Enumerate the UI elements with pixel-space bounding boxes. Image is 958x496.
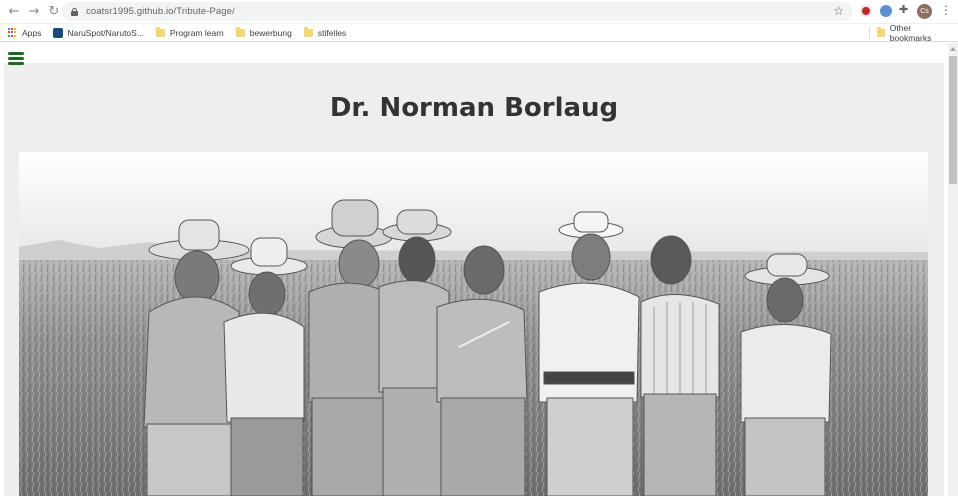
profile-avatar[interactable]: Cs: [917, 4, 932, 19]
extensions-puzzle-icon[interactable]: ✚: [899, 3, 908, 16]
bookmark-label: Apps: [22, 27, 42, 38]
web-page: Dr. Norman Borlaug: [0, 43, 948, 496]
browser-toolbar: ← → ↻ coatsr1995.github.io/Tribute-Page/…: [0, 0, 958, 24]
reload-button[interactable]: ↻: [44, 2, 64, 22]
bookmark-bewerbung[interactable]: bewerbung: [235, 26, 292, 38]
naruspot-icon: [53, 27, 64, 38]
bookmark-label: Other bookmarks: [889, 23, 932, 43]
forward-arrow-icon: →: [28, 4, 40, 19]
bookmark-label: Program learn: [169, 27, 224, 38]
scroll-thumb[interactable]: [949, 56, 957, 184]
lock-icon: [71, 7, 78, 16]
bookmark-other[interactable]: Other bookmarks: [877, 23, 946, 43]
folder-icon: [303, 26, 313, 37]
apps-grid-icon: [8, 28, 17, 37]
main-section: Dr. Norman Borlaug: [4, 63, 944, 496]
tribute-image: [19, 152, 928, 496]
back-button[interactable]: ←: [4, 2, 24, 22]
bookmark-naruspot[interactable]: NaruSpot/NarutoS...: [53, 27, 144, 38]
reload-icon: ↻: [48, 4, 60, 19]
bookmark-star-icon[interactable]: ☆: [833, 4, 844, 18]
forward-button[interactable]: →: [24, 2, 44, 22]
bookmarks-bar: Apps NaruSpot/NarutoS... Program learn b…: [0, 23, 958, 43]
scroll-up-icon[interactable]: [950, 47, 956, 51]
page-title: Dr. Norman Borlaug: [329, 93, 619, 123]
folder-icon: [235, 26, 245, 37]
folder-icon: [155, 26, 165, 37]
tribute-photo: [19, 152, 928, 496]
bookmark-stifelles[interactable]: stifelles: [303, 26, 347, 38]
bookmark-apps[interactable]: Apps: [0, 28, 41, 38]
url-text[interactable]: coatsr1995.github.io/Tribute-Page/: [86, 6, 235, 17]
menu-hamburger-icon[interactable]: [8, 52, 24, 65]
bookmark-label: bewerbung: [249, 27, 292, 38]
page-scrollbar[interactable]: [948, 43, 958, 496]
extension-blue-icon[interactable]: [880, 5, 892, 17]
bookmark-program-learn[interactable]: Program learn: [155, 26, 224, 38]
extension-red-icon[interactable]: [860, 5, 872, 17]
address-bar[interactable]: coatsr1995.github.io/Tribute-Page/ ☆: [62, 2, 852, 21]
folder-icon: [877, 27, 885, 37]
bookmarks-divider: [869, 27, 870, 39]
bookmark-label: NaruSpot/NarutoS...: [67, 27, 144, 38]
profile-initials: Cs: [920, 8, 929, 15]
bookmark-label: stifelles: [317, 27, 347, 38]
back-arrow-icon: ←: [8, 4, 20, 19]
browser-menu-icon[interactable]: ⋮: [940, 3, 952, 17]
